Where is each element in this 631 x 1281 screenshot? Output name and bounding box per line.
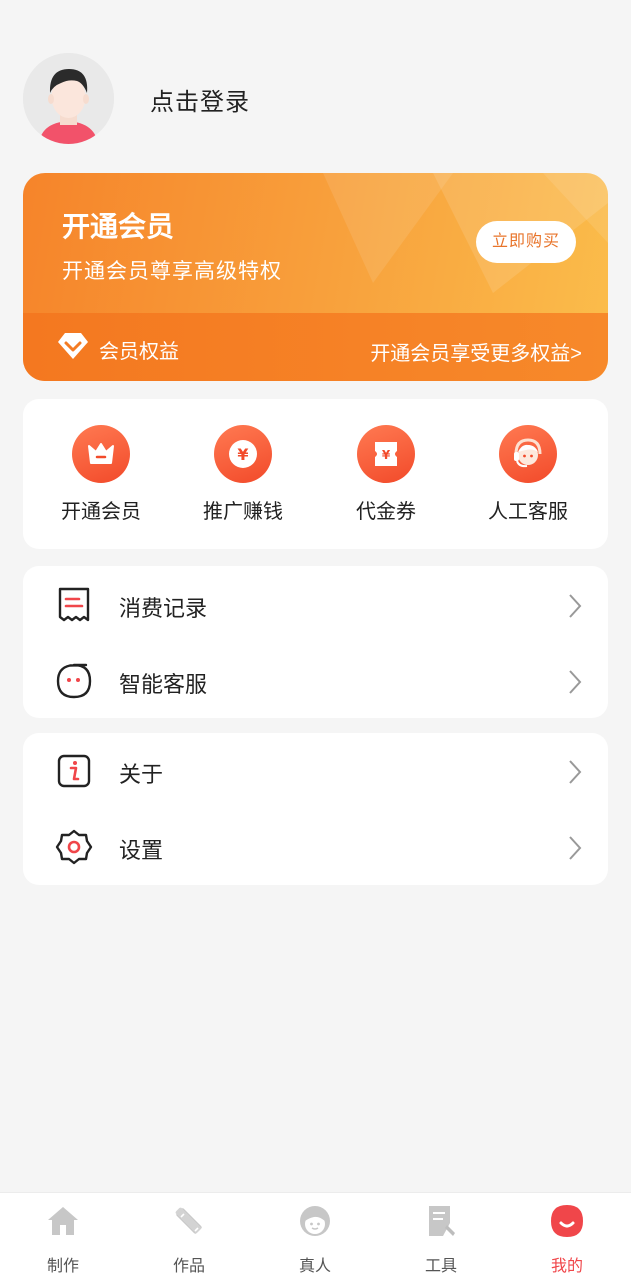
nav-label: 制作 bbox=[46, 1258, 79, 1275]
voucher-icon: ¥ bbox=[357, 425, 415, 483]
chevron-right-icon bbox=[569, 836, 582, 860]
nav-tab-mine[interactable]: 我的 bbox=[504, 1203, 630, 1276]
receipt-icon bbox=[58, 587, 90, 622]
quick-item-promote[interactable]: ¥ 推广赚钱 bbox=[172, 425, 314, 524]
nav-tab-make[interactable]: 制作 bbox=[0, 1203, 126, 1276]
nav-tab-tools[interactable]: 工具 bbox=[378, 1203, 504, 1276]
quick-item-vip[interactable]: 开通会员 bbox=[30, 425, 172, 524]
vip-subtitle: 开通会员尊享高级特权 bbox=[62, 260, 282, 283]
quick-label: 人工客服 bbox=[488, 501, 568, 523]
crown-icon bbox=[72, 425, 130, 483]
vip-rights-label: 会员权益 bbox=[99, 341, 179, 363]
nav-tab-real-person[interactable]: 真人 bbox=[252, 1203, 378, 1276]
buy-now-button[interactable]: 立即购买 bbox=[476, 221, 576, 263]
row-about[interactable]: 关于 bbox=[23, 733, 608, 809]
vip-title: 开通会员 bbox=[62, 211, 175, 242]
yen-coin-icon: ¥ bbox=[214, 425, 272, 483]
nav-label: 工具 bbox=[424, 1258, 457, 1275]
pencil-ruler-icon bbox=[175, 1207, 202, 1234]
chevron-right-icon bbox=[569, 594, 582, 618]
quick-actions-panel: 开通会员 ¥ 推广赚钱 ¥ 代金券 人工客服 bbox=[23, 399, 608, 549]
login-link[interactable]: 点击登录 bbox=[150, 82, 250, 117]
svg-text:¥: ¥ bbox=[237, 445, 248, 464]
tools-icon bbox=[429, 1206, 455, 1236]
row-label: 智能客服 bbox=[119, 672, 208, 697]
vip-more-link[interactable]: 开通会员享受更多权益> bbox=[370, 337, 582, 366]
quick-label: 开通会员 bbox=[61, 501, 141, 523]
quick-label: 推广赚钱 bbox=[203, 501, 283, 523]
row-settings[interactable]: 设置 bbox=[23, 809, 608, 885]
quick-item-service[interactable]: 人工客服 bbox=[457, 425, 599, 524]
vip-card[interactable]: 开通会员 开通会员尊享高级特权 立即购买 会员权益 开通会员享受更多权益> bbox=[23, 173, 608, 381]
user-avatar[interactable] bbox=[23, 53, 114, 144]
nav-label: 真人 bbox=[298, 1258, 331, 1275]
row-consumption-records[interactable]: 消费记录 bbox=[23, 567, 608, 643]
quick-label: 代金券 bbox=[356, 501, 416, 523]
row-smart-service[interactable]: 智能客服 bbox=[23, 643, 608, 719]
home-icon bbox=[48, 1207, 78, 1235]
svg-text:¥: ¥ bbox=[382, 448, 391, 462]
person-icon bbox=[300, 1206, 330, 1236]
about-settings-card: 关于 设置 bbox=[23, 733, 608, 885]
customer-service-icon bbox=[499, 425, 557, 483]
vip-rights-bar[interactable]: 会员权益 开通会员享受更多权益> bbox=[23, 313, 608, 381]
diamond-icon bbox=[58, 333, 88, 359]
bottom-nav: 制作 作品 真人 工具 我的 bbox=[0, 1192, 631, 1281]
profile-smile-icon bbox=[551, 1205, 583, 1237]
row-label: 关于 bbox=[119, 762, 164, 787]
nav-tab-works[interactable]: 作品 bbox=[126, 1203, 252, 1276]
nav-label: 作品 bbox=[172, 1258, 205, 1275]
chevron-right-icon bbox=[569, 670, 582, 694]
quick-item-voucher[interactable]: ¥ 代金券 bbox=[315, 425, 457, 524]
info-icon bbox=[57, 754, 91, 788]
chat-bubble-icon bbox=[56, 663, 92, 699]
row-label: 设置 bbox=[119, 838, 164, 863]
records-card: 消费记录 智能客服 bbox=[23, 566, 608, 718]
settings-gear-icon bbox=[55, 829, 93, 865]
chevron-right-icon bbox=[569, 760, 582, 784]
row-label: 消费记录 bbox=[119, 596, 208, 621]
nav-label: 我的 bbox=[550, 1258, 583, 1275]
